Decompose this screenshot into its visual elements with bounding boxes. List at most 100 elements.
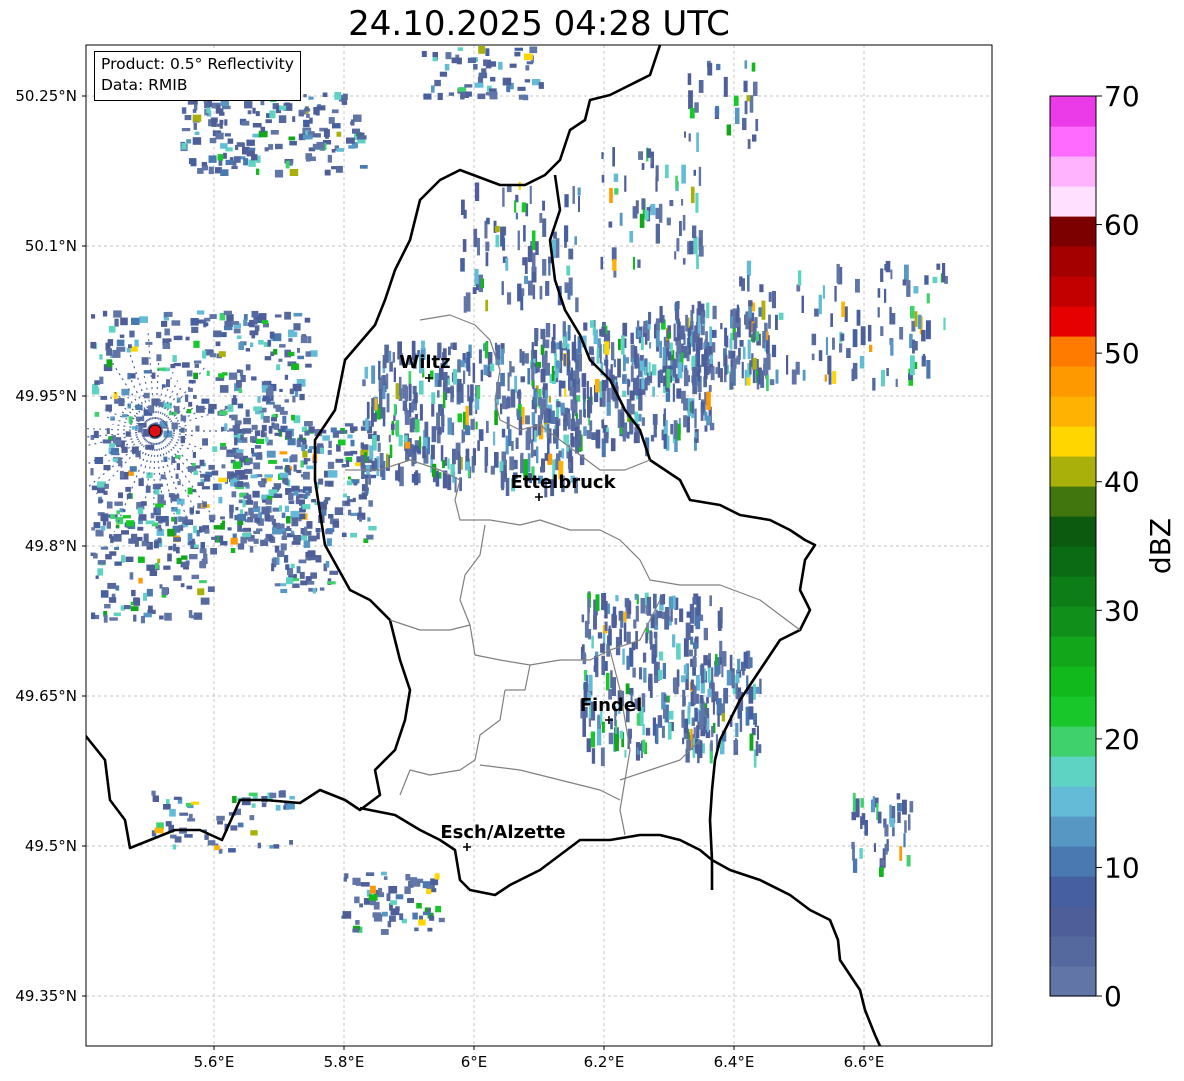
echo-cell (559, 348, 563, 361)
echo-cell (715, 367, 719, 374)
echo-cell (304, 421, 313, 426)
colorbar-swatch (1050, 876, 1096, 907)
echo-cell (106, 359, 113, 368)
echo-cell (846, 348, 851, 358)
echo-cell (568, 374, 571, 391)
echo-cell (109, 443, 116, 448)
echo-cell (440, 406, 443, 414)
echo-cell (223, 152, 227, 159)
echo-cell (288, 351, 295, 357)
echo-cell (566, 434, 569, 452)
echo-cell (483, 59, 488, 66)
echo-cell (181, 555, 188, 560)
echo-cell (667, 722, 672, 740)
echo-cell (111, 447, 119, 456)
echo-cell (268, 425, 273, 434)
echo-cell (700, 407, 704, 421)
echo-cell (236, 369, 241, 373)
echo-cell (335, 458, 344, 463)
echo-cell (254, 430, 261, 436)
echo-cell (318, 478, 324, 485)
echo-cell (601, 593, 607, 611)
echo-cell (311, 499, 316, 503)
echo-cell (285, 564, 290, 570)
echo-cell (245, 348, 251, 352)
echo-cell (118, 492, 123, 499)
echo-cell (95, 575, 99, 579)
echo-cell (487, 352, 493, 366)
echo-cell (245, 458, 249, 462)
echo-cell (685, 622, 691, 640)
echo-cell (288, 500, 295, 504)
echo-cell (193, 123, 197, 130)
echo-cell (348, 476, 352, 480)
echo-cell (427, 927, 433, 932)
echo-cell (520, 454, 524, 474)
echo-cell (247, 538, 255, 542)
echo-cell (683, 638, 689, 657)
echo-cell (192, 137, 202, 145)
echo-cell (659, 306, 663, 323)
colorbar-tick-label: 10 (1104, 851, 1140, 884)
echo-cell (216, 815, 225, 821)
echo-cell (284, 555, 289, 563)
echo-cell (319, 587, 325, 591)
echo-cell (486, 420, 489, 433)
echo-cell (556, 420, 559, 438)
echo-cell (145, 520, 155, 525)
echo-cell (489, 363, 495, 372)
echo-cell (342, 911, 352, 919)
echo-cell (742, 117, 747, 131)
echo-cell (595, 429, 601, 449)
echo-cell (93, 553, 98, 559)
echo-cell (859, 355, 865, 369)
echo-cell (187, 533, 193, 541)
echo-cell (698, 166, 702, 186)
echo-cell (456, 378, 462, 392)
colorbar-tick-label: 30 (1104, 594, 1140, 627)
echo-cell (632, 256, 635, 270)
canton-border (399, 689, 506, 796)
echo-cell (556, 401, 561, 408)
echo-cell (611, 618, 617, 628)
echo-cell (872, 796, 875, 805)
echo-cell (505, 258, 509, 271)
echo-cell (211, 120, 217, 127)
echo-cell (696, 349, 701, 367)
echo-cell (884, 288, 887, 303)
echo-cell (657, 611, 663, 619)
city-name: Esch/Alzette (440, 822, 565, 843)
echo-cell (755, 331, 759, 342)
echo-cell (286, 577, 294, 585)
echo-cell (95, 529, 104, 537)
echo-cell (564, 225, 569, 242)
colorbar-label: dBZ (1144, 518, 1177, 574)
echo-cell (176, 498, 185, 505)
echo-cell (185, 802, 192, 807)
echo-cell (346, 480, 353, 486)
echo-cell (652, 414, 658, 425)
echo-cell (896, 793, 901, 800)
echo-cell (341, 532, 347, 537)
echo-cell (269, 331, 275, 339)
echo-cell (604, 341, 610, 355)
echo-cell (223, 310, 232, 315)
echo-cell (672, 359, 677, 378)
echo-cell (218, 477, 227, 483)
lat-tick-label: 50.1°N (25, 237, 77, 255)
echo-cell (586, 738, 591, 753)
echo-cell (243, 417, 251, 425)
echo-cell (698, 245, 704, 257)
echo-cell (688, 649, 693, 657)
echo-cell (632, 667, 636, 678)
echo-cell (253, 501, 258, 509)
echo-cell (690, 636, 694, 645)
echo-cell (626, 431, 630, 439)
echo-cell (662, 347, 667, 366)
echo-cell (261, 506, 270, 515)
colorbar-swatch (1050, 816, 1096, 847)
echo-cell (427, 908, 431, 912)
echo-cell (99, 354, 103, 360)
echo-cell (242, 532, 251, 538)
echo-cell (107, 582, 117, 589)
